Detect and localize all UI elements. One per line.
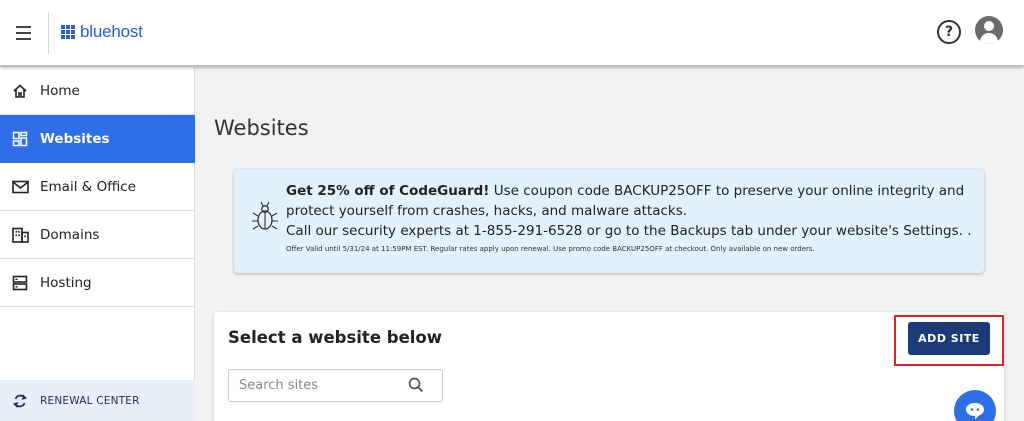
promo-banner: Get 25% off of CodeGuard! Use coupon cod… <box>234 169 984 273</box>
search-input[interactable] <box>239 378 399 393</box>
header-divider <box>48 12 49 54</box>
banner-body-2: Call our security experts at 1-855-291-6… <box>286 223 972 239</box>
bluehost-logo[interactable]: bluehost <box>61 22 143 42</box>
renewal-center-label: RENEWAL CENTER <box>40 394 140 407</box>
logo-grid-icon <box>61 24 76 40</box>
envelope-icon <box>0 180 40 194</box>
search-box[interactable] <box>228 369 443 402</box>
card-title: Select a website below <box>228 328 442 347</box>
search-icon[interactable] <box>408 377 424 397</box>
sidebar-item-websites[interactable]: Websites <box>0 115 195 163</box>
websites-grid-icon <box>0 131 40 147</box>
hamburger-menu-icon[interactable] <box>10 20 36 46</box>
add-site-button[interactable]: ADD SITE <box>908 322 990 355</box>
sidebar-item-home[interactable]: Home <box>0 67 195 115</box>
help-icon[interactable]: ? <box>937 20 961 44</box>
sidebar-item-label: Home <box>40 82 80 99</box>
page-title: Websites <box>214 116 309 140</box>
sidebar: Home Websites Email & Office Domains Hos… <box>0 67 195 421</box>
sidebar-item-label: Email & Office <box>40 178 136 195</box>
website-select-card: Select a website below ADD SITE <box>214 312 1004 421</box>
server-icon <box>0 275 40 291</box>
banner-fine-print: Offer Valid until 5/31/24 at 11:59PM EST… <box>286 245 815 253</box>
home-icon <box>0 83 40 99</box>
sidebar-item-hosting[interactable]: Hosting <box>0 259 195 307</box>
banner-headline: Get 25% off of CodeGuard! <box>286 183 490 199</box>
sidebar-item-label: Websites <box>40 131 110 147</box>
banner-text: Get 25% off of CodeGuard! Use coupon cod… <box>286 181 976 241</box>
top-header: bluehost ? <box>0 0 1024 66</box>
refresh-icon <box>0 393 40 409</box>
renewal-center-link[interactable]: RENEWAL CENTER <box>0 380 195 421</box>
user-avatar-icon[interactable] <box>975 16 1003 44</box>
sidebar-item-label: Domains <box>40 226 100 243</box>
sidebar-item-label: Hosting <box>40 274 92 291</box>
bug-icon <box>250 199 280 239</box>
sidebar-item-domains[interactable]: Domains <box>0 211 195 259</box>
logo-text: bluehost <box>80 22 143 41</box>
sidebar-item-email-office[interactable]: Email & Office <box>0 163 195 211</box>
building-icon <box>0 227 40 243</box>
